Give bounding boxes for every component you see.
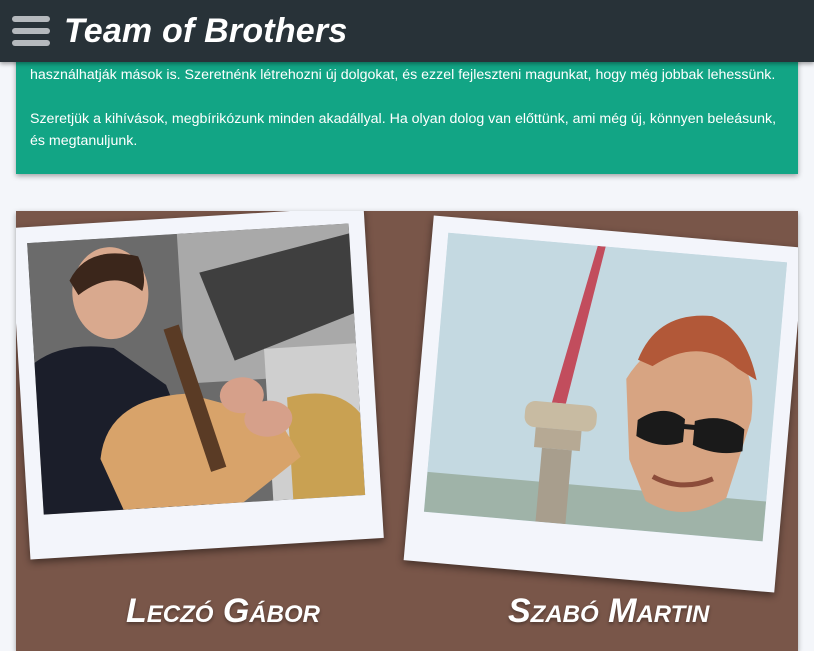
member-name: Leczó Gábor bbox=[126, 592, 320, 630]
member-photo-frame bbox=[403, 215, 798, 593]
member-photo-guitarist bbox=[27, 223, 366, 515]
hamburger-menu-icon[interactable] bbox=[12, 14, 52, 48]
selfie-photo-illustration bbox=[423, 232, 788, 542]
member-photo-selfie bbox=[423, 232, 788, 542]
site-title[interactable]: Team of Brothers bbox=[64, 10, 347, 52]
team-members-section: Leczó Gábor Szabó Martin bbox=[16, 211, 798, 651]
menu-bar-line bbox=[12, 28, 50, 34]
intro-card: használhatják mások is. Szeretnénk létre… bbox=[16, 52, 798, 174]
member-photo-frame bbox=[16, 211, 384, 560]
intro-paragraph: használhatják mások is. Szeretnénk létre… bbox=[30, 67, 776, 83]
intro-paragraph: Szeretjük a kihívások, megbírikózunk min… bbox=[30, 111, 777, 149]
guitarist-photo-illustration bbox=[27, 223, 366, 515]
top-app-bar: Team of Brothers bbox=[0, 0, 814, 62]
menu-bar-line bbox=[12, 16, 50, 22]
member-name: Szabó Martin bbox=[508, 592, 710, 630]
menu-bar-line bbox=[12, 40, 50, 46]
